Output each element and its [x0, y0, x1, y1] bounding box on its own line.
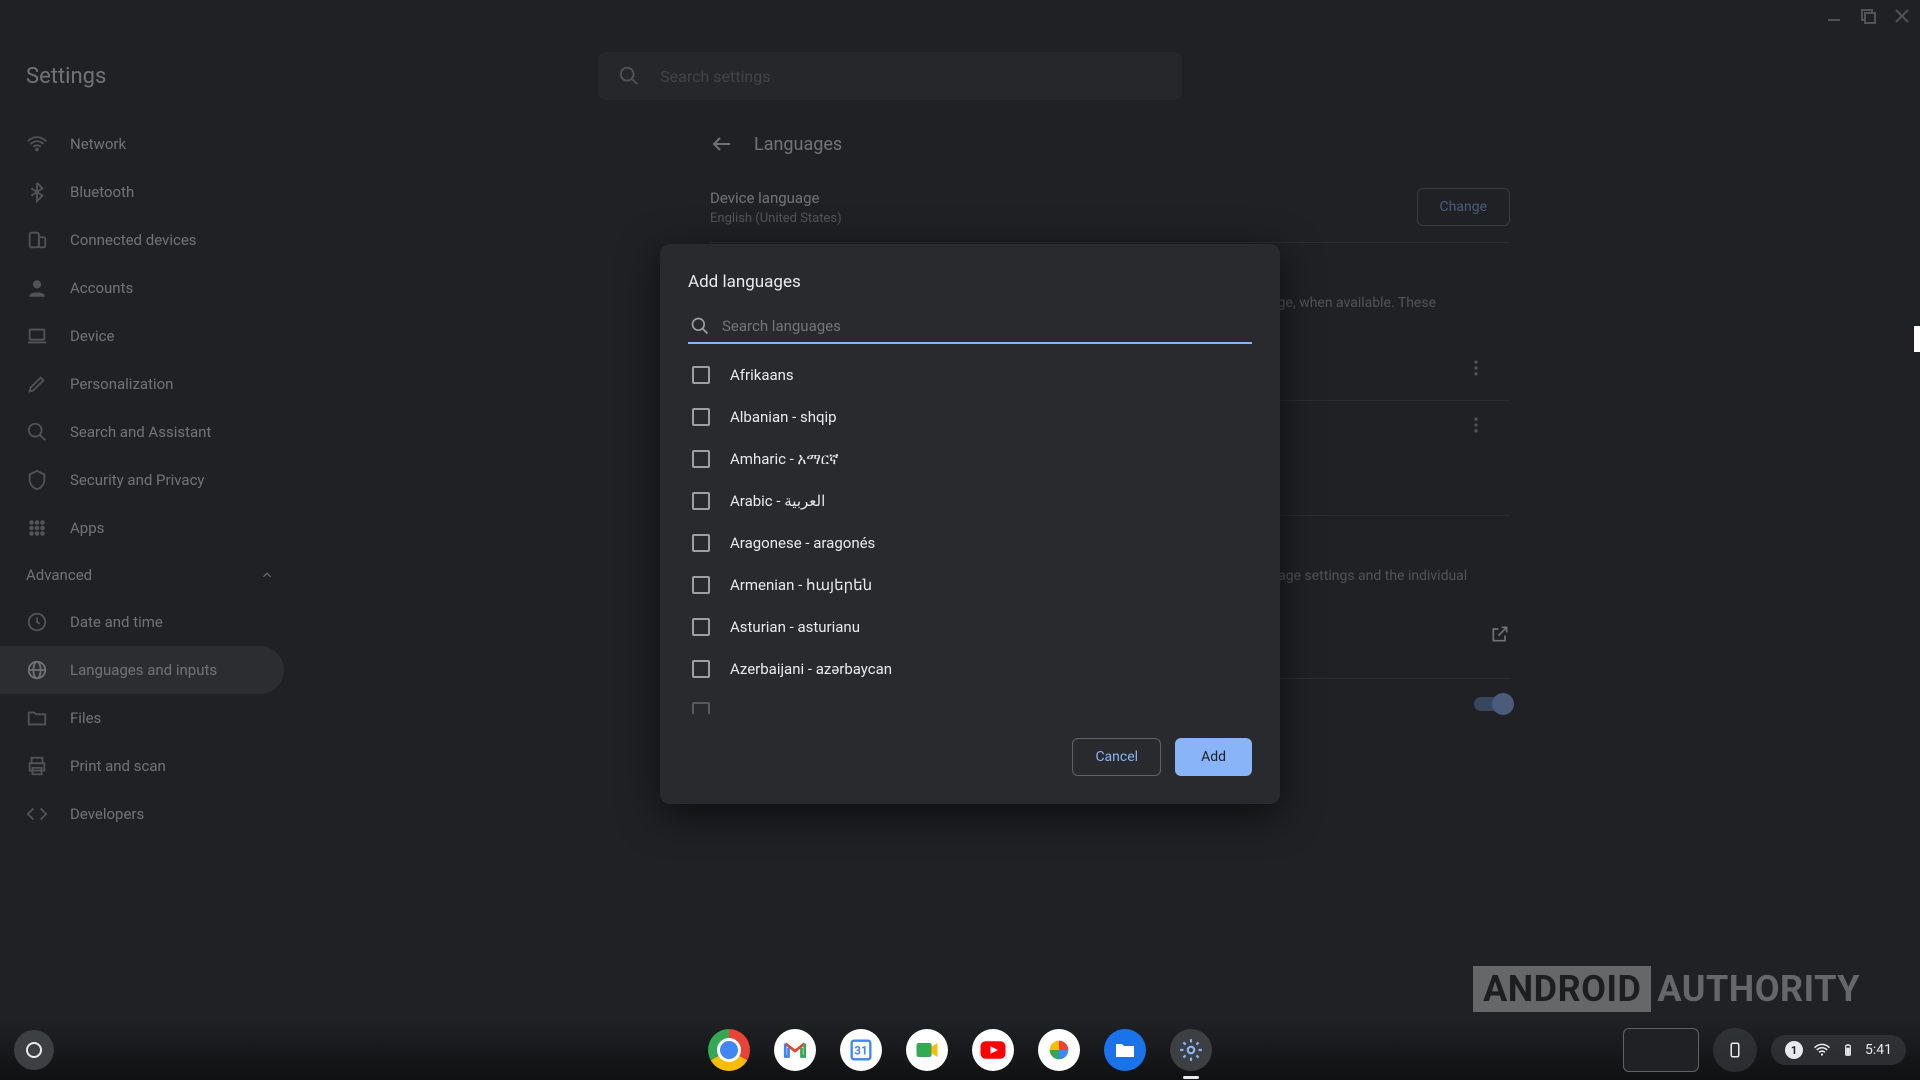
search-icon — [690, 316, 710, 336]
checkbox[interactable] — [692, 492, 710, 510]
add-button[interactable]: Add — [1175, 738, 1252, 776]
app-chrome[interactable] — [708, 1029, 750, 1071]
checkbox[interactable] — [692, 408, 710, 426]
launcher-button[interactable] — [14, 1030, 54, 1070]
language-option[interactable]: Arabic - العربية — [688, 480, 1252, 522]
text-cursor — [1914, 326, 1920, 352]
app-settings[interactable] — [1170, 1029, 1212, 1071]
language-option[interactable]: Amharic - አማርኛ — [688, 438, 1252, 480]
app-gmail[interactable] — [774, 1029, 816, 1071]
dialog-title: Add languages — [688, 272, 1252, 292]
language-option[interactable]: Albanian - shqip — [688, 396, 1252, 438]
window-preview[interactable] — [1623, 1028, 1699, 1072]
checkbox[interactable] — [692, 534, 710, 552]
shelf-apps: 31 — [708, 1029, 1212, 1071]
phone-hub-button[interactable] — [1713, 1028, 1757, 1072]
cancel-button[interactable]: Cancel — [1072, 738, 1161, 776]
clock: 5:41 — [1865, 1042, 1892, 1058]
checkbox[interactable] — [692, 450, 710, 468]
checkbox[interactable] — [692, 702, 710, 714]
app-meet[interactable] — [906, 1029, 948, 1071]
app-photos[interactable] — [1038, 1029, 1080, 1071]
language-option[interactable]: Asturian - asturianu — [688, 606, 1252, 648]
checkbox[interactable] — [692, 660, 710, 678]
app-youtube[interactable] — [972, 1029, 1014, 1071]
language-option[interactable]: Afrikaans — [688, 354, 1252, 396]
system-tray[interactable]: 1 5:41 — [1771, 1035, 1906, 1065]
battery-icon — [1841, 1041, 1855, 1059]
checkbox[interactable] — [692, 366, 710, 384]
dialog-search[interactable] — [688, 312, 1252, 344]
language-option[interactable]: Armenian - հայերեն — [688, 564, 1252, 606]
notification-badge: 1 — [1785, 1041, 1803, 1059]
dialog-search-input[interactable] — [722, 317, 1250, 335]
add-languages-dialog: Add languages Afrikaans Albanian - shqip… — [660, 244, 1280, 804]
checkbox[interactable] — [692, 576, 710, 594]
checkbox[interactable] — [692, 618, 710, 636]
shelf: 31 1 5:41 — [0, 1020, 1920, 1080]
language-option[interactable]: Aragonese - aragonés — [688, 522, 1252, 564]
language-list[interactable]: Afrikaans Albanian - shqip Amharic - አማር… — [688, 354, 1252, 714]
app-calendar[interactable]: 31 — [840, 1029, 882, 1071]
app-files[interactable] — [1104, 1029, 1146, 1071]
phone-icon — [1726, 1041, 1744, 1059]
svg-text:31: 31 — [854, 1044, 867, 1058]
wifi-icon — [1813, 1041, 1831, 1059]
language-option[interactable] — [688, 690, 1252, 714]
language-option[interactable]: Azerbaijani - azərbaycan — [688, 648, 1252, 690]
